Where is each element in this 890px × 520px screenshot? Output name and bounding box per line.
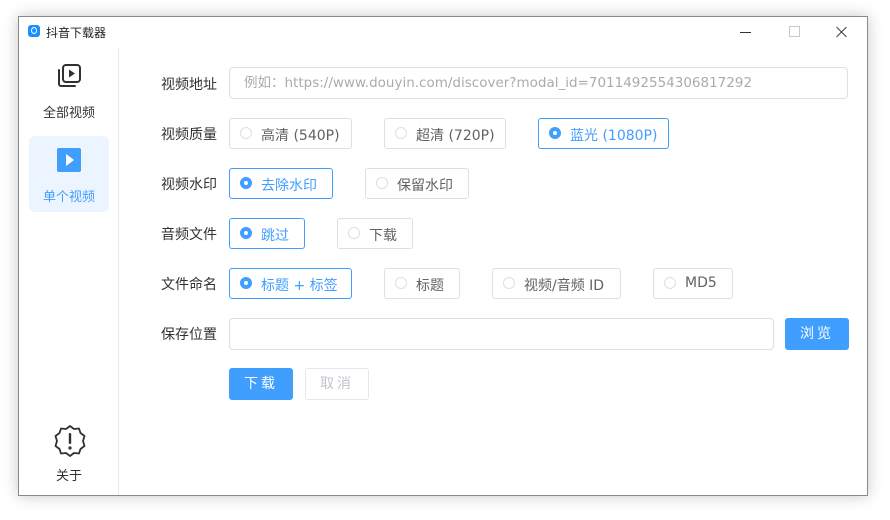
watermark-option-remove[interactable]: 去除水印 (229, 168, 333, 199)
radio-dot (376, 177, 388, 189)
radio-dot (395, 127, 407, 139)
audio-label: 音频文件 (161, 227, 217, 243)
audio-option-download[interactable]: 下载 (337, 218, 413, 249)
naming-option-label: MD5 (685, 275, 717, 291)
radio-dot (348, 227, 360, 239)
audio-option-label: 下载 (369, 228, 397, 244)
app-window: 抖音下载器 全部视频 单个视频 关于 视频地址 例如：https://www.d… (18, 16, 868, 496)
watermark-option-keep[interactable]: 保留水印 (365, 168, 469, 199)
radio-dot (549, 127, 561, 139)
sidebar-item-about[interactable]: 关于 (29, 420, 109, 490)
browse-button[interactable]: 浏览 (785, 318, 849, 350)
quality-label: 视频质量 (161, 127, 217, 143)
alert-badge-icon (54, 425, 86, 457)
quality-option-label: 超清 (720P) (416, 128, 495, 144)
sidebar-item-label: 单个视频 (42, 190, 95, 205)
naming-option-md5[interactable]: MD5 (653, 268, 733, 299)
title-bar[interactable]: 抖音下载器 (19, 17, 867, 47)
about-label: 关于 (55, 469, 82, 484)
radio-dot (395, 277, 407, 289)
watermark-option-label: 保留水印 (397, 178, 453, 194)
audio-option-skip[interactable]: 跳过 (229, 218, 305, 249)
video-library-icon (58, 64, 81, 87)
play-video-icon (57, 148, 81, 172)
radio-dot (503, 277, 515, 289)
quality-option-1080p[interactable]: 蓝光 (1080P) (538, 118, 669, 149)
close-button[interactable] (819, 17, 865, 47)
naming-option-label: 标题 (416, 278, 444, 294)
window-title: 抖音下载器 (46, 26, 107, 40)
naming-option-label: 视频/音频 ID (524, 278, 605, 294)
url-label: 视频地址 (161, 77, 217, 93)
naming-option-title[interactable]: 标题 (384, 268, 460, 299)
sidebar-item-single-video[interactable]: 单个视频 (29, 136, 109, 212)
video-url-input[interactable] (229, 67, 848, 99)
quality-option-label: 高清 (540P) (261, 128, 340, 144)
save-location-label: 保存位置 (161, 327, 217, 343)
sidebar-item-label: 全部视频 (42, 106, 95, 121)
minimize-button[interactable] (723, 17, 769, 47)
quality-option-label: 蓝光 (1080P) (570, 128, 658, 144)
radio-dot (240, 127, 252, 139)
watermark-label: 视频水印 (161, 177, 217, 193)
maximize-button[interactable] (771, 17, 817, 47)
watermark-option-label: 去除水印 (261, 178, 317, 194)
radio-dot (664, 277, 676, 289)
naming-option-id[interactable]: 视频/音频 ID (492, 268, 621, 299)
audio-option-label: 跳过 (261, 228, 289, 244)
radio-dot (240, 227, 252, 239)
cancel-button[interactable]: 取消 (305, 368, 369, 400)
radio-dot (240, 277, 252, 289)
sidebar-item-all-videos[interactable]: 全部视频 (29, 52, 109, 128)
save-location-input[interactable] (229, 318, 774, 350)
download-button[interactable]: 下载 (229, 368, 293, 400)
app-logo-icon (28, 25, 40, 37)
naming-label: 文件命名 (161, 277, 217, 293)
radio-dot (240, 177, 252, 189)
naming-option-label: 标题 + 标签 (261, 278, 338, 294)
sidebar: 全部视频 单个视频 关于 (19, 48, 119, 495)
quality-option-540p[interactable]: 高清 (540P) (229, 118, 352, 149)
single-video-form: 视频地址 视频质量 高清 (540P) 超清 (720P) 蓝光 (1080P)… (119, 48, 867, 495)
quality-option-720p[interactable]: 超清 (720P) (384, 118, 506, 149)
naming-option-title-tags[interactable]: 标题 + 标签 (229, 268, 352, 299)
